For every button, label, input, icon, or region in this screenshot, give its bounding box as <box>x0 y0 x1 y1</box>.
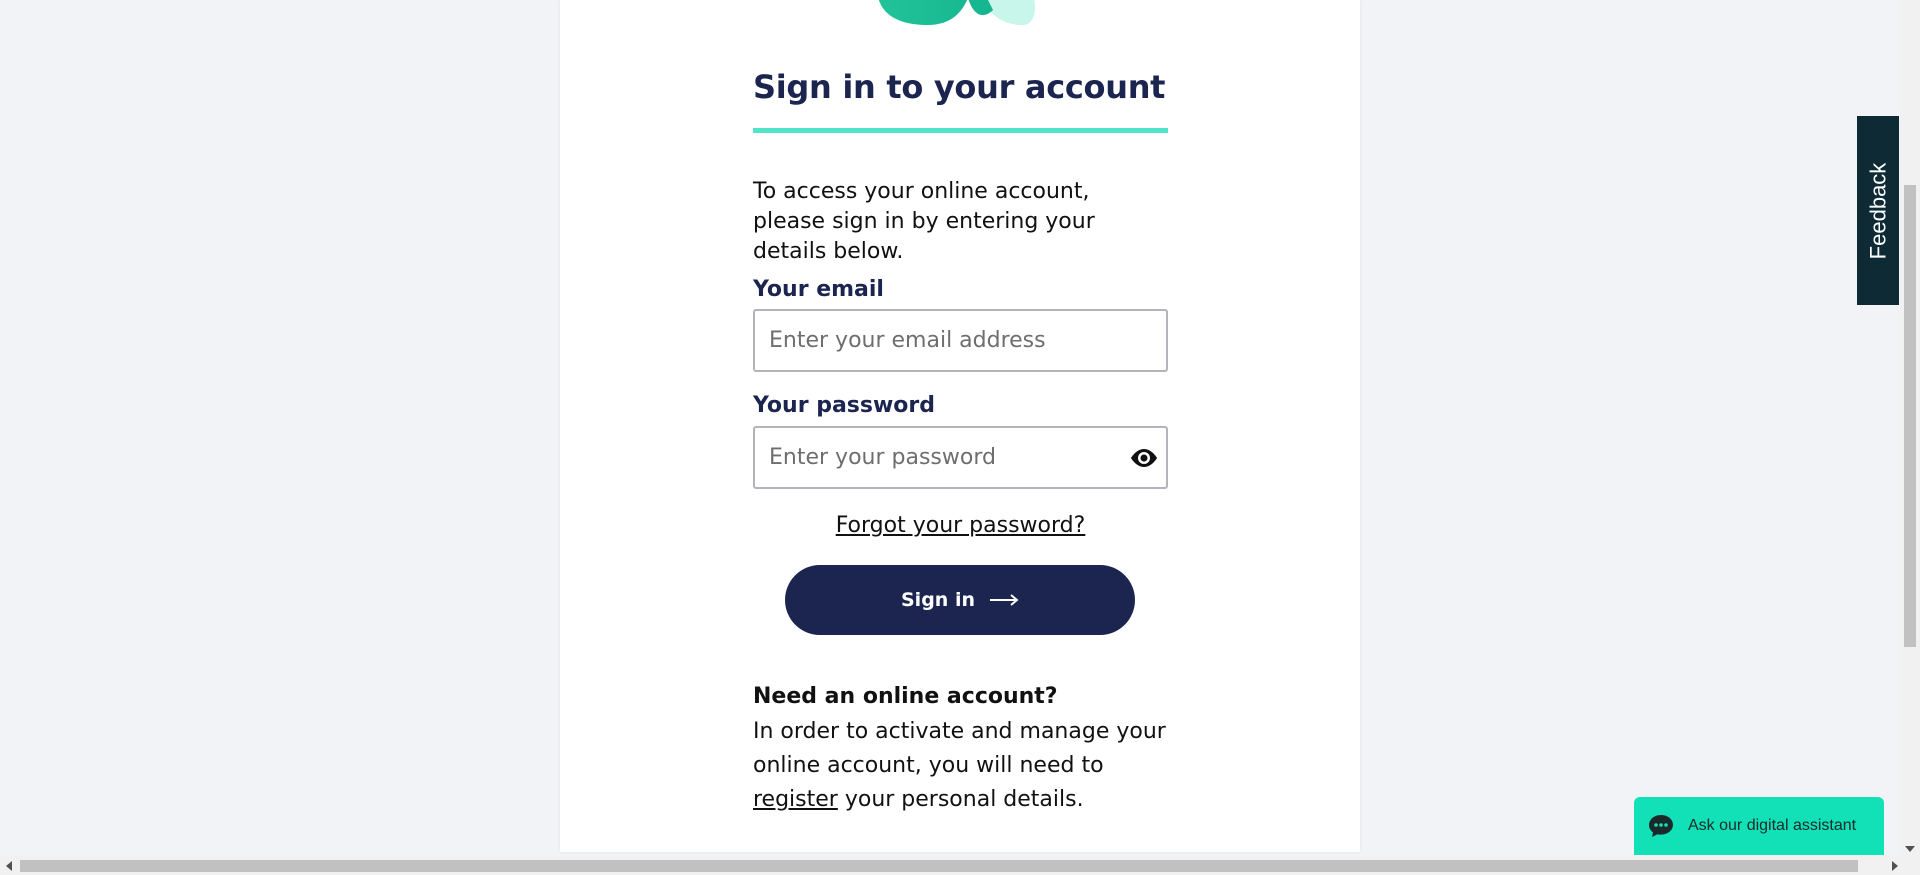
email-label: Your email <box>753 277 884 302</box>
password-field[interactable] <box>755 428 1166 487</box>
scroll-right-arrow-icon[interactable] <box>1892 861 1898 871</box>
feedback-label: Feedback <box>1865 162 1890 259</box>
email-field-box <box>753 309 1168 372</box>
register-text: In order to activate and manage your onl… <box>753 715 1168 817</box>
title-underline <box>753 128 1168 133</box>
scroll-down-arrow-icon[interactable] <box>1905 846 1915 852</box>
digital-assistant-button[interactable]: Ask our digital assistant <box>1634 797 1884 855</box>
forgot-password-link[interactable]: Forgot your password? <box>836 513 1086 538</box>
show-password-button[interactable] <box>1128 442 1160 474</box>
sign-in-label: Sign in <box>901 589 975 611</box>
page-title: Sign in to your account <box>753 68 1166 106</box>
assistant-label: Ask our digital assistant <box>1688 817 1857 834</box>
register-heading: Need an online account? <box>753 684 1058 709</box>
password-field-box <box>753 426 1168 489</box>
eye-icon <box>1131 449 1157 467</box>
register-link[interactable]: register <box>753 787 838 812</box>
arrow-right-icon <box>989 594 1019 606</box>
email-field[interactable] <box>755 311 1166 370</box>
horizontal-scrollbar-thumb[interactable] <box>20 860 1858 872</box>
feedback-tab[interactable]: Feedback <box>1857 116 1899 305</box>
intro-text: To access your online account, please si… <box>753 179 1095 264</box>
password-label: Your password <box>753 393 936 418</box>
register-text-after: your personal details. <box>837 787 1084 812</box>
vertical-scrollbar[interactable] <box>1900 0 1920 856</box>
forgot-password-container: Forgot your password? <box>753 513 1168 538</box>
scroll-left-arrow-icon[interactable] <box>6 861 12 871</box>
register-text-before: In order to activate and manage your onl… <box>753 719 1166 778</box>
sign-in-button[interactable]: Sign in <box>785 565 1135 635</box>
vertical-scrollbar-thumb[interactable] <box>1904 185 1916 647</box>
chat-bubble-icon <box>1649 815 1673 837</box>
horizontal-scrollbar[interactable] <box>0 856 1920 875</box>
brand-logo-icon <box>879 0 1035 25</box>
signin-card: Sign in to your account To access your o… <box>560 0 1360 852</box>
